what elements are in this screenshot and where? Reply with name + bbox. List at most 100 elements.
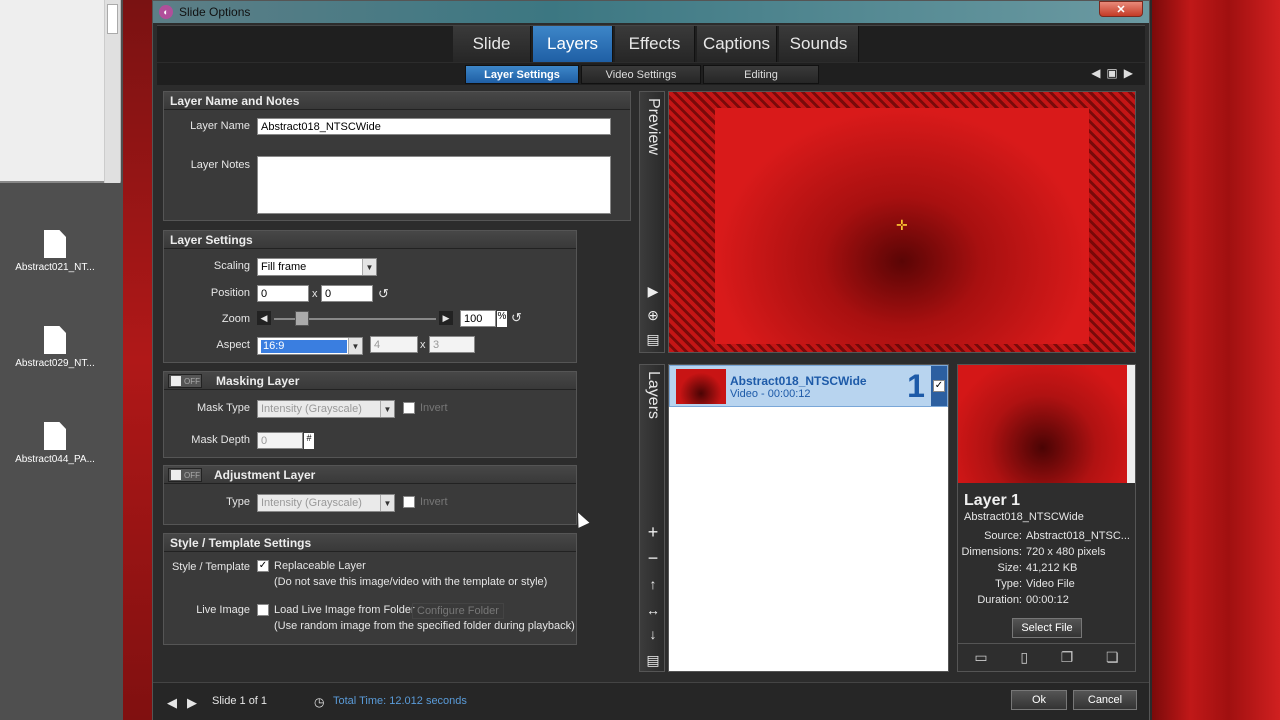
tab-effects[interactable]: Effects	[615, 26, 695, 62]
chevron-down-icon: ▼	[380, 401, 394, 417]
section-header: Style / Template Settings	[164, 534, 576, 552]
paste-icon[interactable]: ❏	[1106, 649, 1119, 666]
cancel-button[interactable]: Cancel	[1073, 690, 1137, 710]
layer-name-input[interactable]: Abstract018_NTSCWide	[257, 118, 611, 135]
zoom-icon[interactable]: ⊕	[643, 306, 663, 324]
file-icon	[44, 422, 66, 450]
desktop-file[interactable]: Abstract044_PA...	[0, 422, 110, 465]
ok-button[interactable]: Ok	[1011, 690, 1067, 710]
mask-depth-input[interactable]: 0	[257, 432, 303, 449]
preview-canvas[interactable]: ✛	[668, 91, 1136, 353]
layers-label: Layers	[645, 371, 662, 420]
select-file-button[interactable]: Select File	[1012, 618, 1082, 638]
layer-notes-textarea[interactable]	[257, 156, 611, 214]
live-image-checkbox[interactable]	[257, 604, 269, 616]
aspect-select[interactable]: 16:9 ▼	[257, 337, 363, 355]
window-title: Slide Options	[179, 5, 251, 19]
live-image-label: Live Image	[196, 604, 250, 616]
tab-sounds[interactable]: Sounds	[779, 26, 859, 62]
list-item[interactable]: Abstract018_NTSCWide Video - 00:00:12 1 …	[669, 365, 948, 407]
adjustment-type-label: Type	[226, 496, 250, 508]
sub-tabs: Layer Settings Video Settings Editing ◀ …	[157, 63, 1145, 85]
layer-item-number: 1	[907, 367, 925, 404]
live-image-note: (Use random image from the specified fol…	[274, 620, 575, 632]
masking-toggle[interactable]: OFF	[168, 374, 202, 388]
position-y-input[interactable]: 0	[321, 285, 373, 302]
file-properties-icon[interactable]: ▯	[1020, 649, 1028, 666]
tab-layers[interactable]: Layers	[533, 26, 613, 62]
aspect-height-input[interactable]: 3	[429, 336, 475, 353]
layer-item-name: Abstract018_NTSCWide	[730, 374, 867, 388]
info-size: Size: 41,212 KB	[997, 562, 1078, 574]
prev-slide-icon[interactable]: ◀	[167, 695, 177, 711]
zoom-label: Zoom	[221, 313, 250, 325]
add-layer-icon[interactable]: +	[643, 522, 663, 542]
zoom-slider-thumb[interactable]	[294, 311, 309, 326]
window-icon[interactable]: ▣	[1106, 66, 1117, 80]
adjustment-layer-section: Adjustment Layer OFF Type Intensity (Gra…	[163, 465, 577, 525]
section-header: Masking Layer	[164, 372, 576, 390]
file-icon	[44, 326, 66, 354]
layer-info-title: Layer 1	[964, 492, 1021, 509]
explorer-window	[0, 0, 121, 183]
prev-layer-icon[interactable]: ◀	[1091, 66, 1100, 80]
subtab-layer-settings[interactable]: Layer Settings	[465, 65, 579, 84]
scaling-label: Scaling	[213, 260, 250, 272]
layer-visible-checkbox[interactable]: ✓	[933, 380, 945, 392]
layer-thumbnail	[676, 369, 726, 404]
remove-layer-icon[interactable]: −	[643, 548, 663, 568]
copy-icon[interactable]: ❐	[1061, 649, 1074, 666]
adjustment-type-select[interactable]: Intensity (Grayscale) ▼	[257, 494, 395, 512]
dialog-footer: ◀ ▶ Slide 1 of 1 ◷ Total Time: 12.012 se…	[153, 682, 1149, 720]
section-header: Layer Name and Notes	[164, 92, 630, 110]
position-x-input[interactable]: 0	[257, 285, 309, 302]
fit-icon[interactable]: ▤	[643, 330, 663, 348]
layer-options-icon[interactable]: ▤	[643, 651, 663, 669]
move-both-icon[interactable]: ↔	[643, 601, 663, 619]
main-tabs: Slide Layers Effects Captions Sounds	[157, 25, 1145, 62]
close-button[interactable]: ✕	[1099, 1, 1143, 17]
aspect-width-input[interactable]: 4	[370, 336, 418, 353]
adjustment-toggle[interactable]: OFF	[168, 468, 202, 482]
next-layer-icon[interactable]: ▶	[1124, 66, 1133, 80]
layer-name-label: Layer Name	[190, 120, 250, 132]
mask-type-select[interactable]: Intensity (Grayscale) ▼	[257, 400, 395, 418]
next-slide-icon[interactable]: ▶	[187, 695, 197, 711]
configure-folder-button[interactable]: Configure Folder	[412, 603, 504, 619]
layer-settings-section: Layer Settings Scaling Fill frame ▼ Posi…	[163, 230, 577, 363]
tab-slide[interactable]: Slide	[453, 26, 531, 62]
layer-notes-label: Layer Notes	[190, 159, 250, 171]
mask-invert-checkbox[interactable]	[403, 402, 415, 414]
zoom-increase-icon[interactable]: ▶	[439, 311, 453, 325]
info-duration: Duration: 00:00:12	[977, 594, 1069, 606]
mask-invert-label: Invert	[420, 402, 448, 414]
replaceable-layer-checkbox[interactable]: ✓	[257, 560, 269, 572]
layer-info-panel: Layer 1 Abstract018_NTSCWide Source: Abst…	[957, 364, 1136, 672]
zoom-input[interactable]: 100	[460, 310, 496, 327]
explorer-scrollbar[interactable]	[104, 0, 120, 183]
desktop-file[interactable]: Abstract029_NT...	[0, 326, 110, 369]
layer-info-subtitle: Abstract018_NTSCWide	[964, 511, 1084, 523]
reset-position-icon[interactable]: ↺	[378, 286, 389, 302]
move-down-icon[interactable]: ↓	[643, 625, 663, 643]
title-bar: ◐ Slide Options	[153, 1, 1149, 23]
zoom-decrease-icon[interactable]: ◀	[257, 311, 271, 325]
subtab-editing[interactable]: Editing	[703, 65, 819, 84]
import-icon[interactable]: ▭	[974, 649, 987, 666]
masking-layer-section: Masking Layer OFF Mask Type Intensity (G…	[163, 371, 577, 458]
adjustment-invert-checkbox[interactable]	[403, 496, 415, 508]
reset-zoom-icon[interactable]: ↺	[511, 310, 522, 326]
desktop-file[interactable]: Abstract021_NT...	[0, 230, 110, 273]
info-dimensions: Dimensions: 720 x 480 pixels	[961, 546, 1106, 558]
play-icon[interactable]: ▶	[643, 282, 663, 300]
scaling-select[interactable]: Fill frame ▼	[257, 258, 377, 276]
layer-item-detail: Video - 00:00:12	[730, 388, 811, 400]
subtab-video-settings[interactable]: Video Settings	[581, 65, 701, 84]
crosshair-icon[interactable]: ✛	[896, 217, 908, 234]
move-up-icon[interactable]: ↑	[643, 575, 663, 593]
preview-label: Preview	[645, 98, 662, 155]
replaceable-note: (Do not save this image/video with the t…	[274, 576, 548, 588]
file-icon	[44, 230, 66, 258]
tab-captions[interactable]: Captions	[697, 26, 777, 62]
slide-counter: Slide 1 of 1	[212, 695, 268, 707]
